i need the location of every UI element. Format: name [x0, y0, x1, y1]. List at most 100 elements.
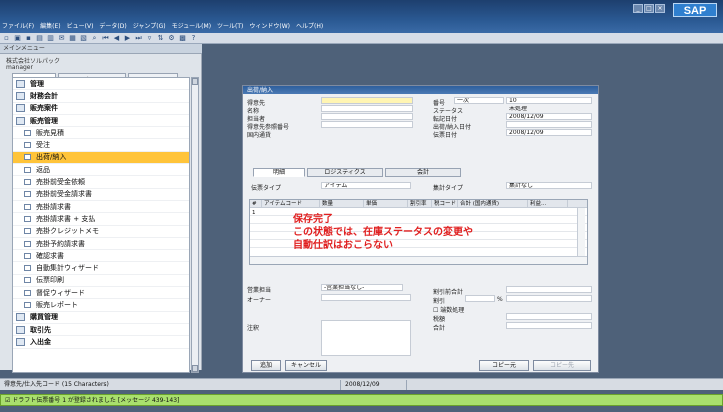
sidebar-item-18[interactable]: 販売レポート: [13, 299, 189, 312]
help-icon[interactable]: ?: [189, 34, 198, 42]
column-header[interactable]: 割引率: [408, 200, 432, 207]
owner-field[interactable]: [321, 294, 411, 301]
column-header[interactable]: 利益...: [528, 200, 568, 207]
column-header[interactable]: 数量: [320, 200, 364, 207]
sidebar-item-7[interactable]: 返品: [13, 164, 189, 177]
tab-accounting[interactable]: 会計: [385, 168, 461, 177]
sidebar-item-17[interactable]: 督促ウィザード: [13, 287, 189, 300]
sidebar-item-12[interactable]: 売掛クレジットメモ: [13, 226, 189, 238]
copy-to-button[interactable]: コピー先: [533, 360, 591, 371]
discount-amount[interactable]: [506, 295, 592, 302]
customer-field[interactable]: [321, 97, 413, 104]
sidebar-item-19[interactable]: 購買管理: [13, 312, 189, 324]
menu-item-1[interactable]: 編集(E): [40, 21, 60, 33]
sidebar-item-14[interactable]: 確認求書: [13, 250, 189, 263]
email-icon[interactable]: ✉: [57, 34, 66, 42]
preview-icon[interactable]: ▥: [46, 34, 55, 42]
tab-contents[interactable]: 明細: [253, 168, 305, 177]
column-header[interactable]: #: [250, 200, 262, 207]
sidebar-item-label: 確認求書: [36, 251, 64, 260]
module-scrollbar[interactable]: [191, 77, 199, 373]
rounding-checkbox[interactable]: ☐ 端数処理: [433, 305, 464, 314]
add-button[interactable]: 追加: [251, 360, 281, 371]
next-icon[interactable]: ▶: [123, 34, 132, 42]
sales-select[interactable]: -営業担当なし-: [321, 284, 403, 291]
column-header[interactable]: 税コード: [432, 200, 458, 207]
column-header[interactable]: アイテムコード: [262, 200, 320, 207]
module-icon: [16, 313, 25, 322]
first-icon[interactable]: ⏮: [101, 34, 110, 42]
sidebar-item-label: 自動集計ウィザード: [36, 264, 99, 273]
doc-type-select[interactable]: アイテム: [321, 182, 411, 189]
sidebar-item-5[interactable]: 受注: [13, 139, 189, 152]
sidebar-item-11[interactable]: 売掛請求書 + 支払: [13, 213, 189, 226]
sidebar-item-3[interactable]: 販売管理: [13, 115, 189, 128]
restore-icon[interactable]: □: [644, 4, 654, 13]
module-icon: [16, 116, 25, 125]
main-menu-panel: メインメニュー 株式会社ソルパック manager モジュール ドラッグ＆リレー…: [0, 44, 202, 373]
sidebar-item-15[interactable]: 自動集計ウィザード: [13, 262, 189, 275]
print-icon[interactable]: ▤: [35, 34, 44, 42]
menu-item-3[interactable]: データ(D): [99, 21, 126, 33]
close-icon[interactable]: ×: [655, 4, 665, 13]
scroll-up-icon[interactable]: [192, 78, 198, 85]
sidebar-item-6[interactable]: 出荷/納入: [13, 151, 189, 165]
form-icon: [24, 203, 31, 210]
filter-icon[interactable]: ▿: [145, 34, 154, 42]
sidebar-item-label: 財務会計: [30, 91, 58, 100]
grid-hscrollbar[interactable]: [250, 256, 587, 264]
sidebar-item-13[interactable]: 売掛予約請求書: [13, 238, 189, 251]
menu-item-5[interactable]: モジュール(M): [172, 21, 211, 33]
sidebar-item-0[interactable]: 管理: [13, 78, 189, 91]
summary-type-select[interactable]: 集計なし: [506, 182, 592, 189]
remarks-field[interactable]: [321, 320, 411, 356]
menu-item-8[interactable]: ヘルプ(H): [296, 21, 323, 33]
contact-field[interactable]: [321, 113, 413, 120]
ref-field[interactable]: [321, 121, 413, 128]
menu-item-7[interactable]: ウィンドウ(W): [249, 21, 290, 33]
menu-item-4[interactable]: ジャンプ(G): [133, 21, 166, 33]
sidebar-item-9[interactable]: 売掛前受金請求書: [13, 189, 189, 201]
post-date-field[interactable]: 2008/12/09: [506, 113, 592, 120]
doc-date-field[interactable]: 2008/12/09: [506, 129, 592, 136]
sidebar-item-16[interactable]: 伝票印刷: [13, 275, 189, 288]
grid-vscrollbar[interactable]: [577, 208, 585, 256]
menu-item-2[interactable]: ビュー(V): [67, 21, 94, 33]
column-header[interactable]: 単価: [364, 200, 408, 207]
sidebar-item-label: 督促ウィザード: [36, 288, 85, 297]
sidebar-item-20[interactable]: 取引先: [13, 324, 189, 337]
delivery-date-field[interactable]: [506, 121, 592, 128]
import-icon[interactable]: ▧: [79, 34, 88, 42]
last-icon[interactable]: ⏭: [134, 34, 143, 42]
module-icon: [16, 79, 25, 88]
doc-date-label: 伝票日付: [433, 132, 458, 139]
open-icon[interactable]: ▣: [13, 34, 22, 42]
scroll-down-icon[interactable]: [192, 365, 198, 372]
number-field[interactable]: 10: [506, 97, 592, 104]
cancel-button[interactable]: キャンセル: [285, 360, 327, 371]
sort-icon[interactable]: ⇅: [156, 34, 165, 42]
column-header[interactable]: 合計 (国内通貨): [458, 200, 528, 207]
prev-icon[interactable]: ◀: [112, 34, 121, 42]
sidebar-item-21[interactable]: 入出金: [13, 336, 189, 349]
export-icon[interactable]: ▦: [68, 34, 77, 42]
menu-item-6[interactable]: ツール(T): [217, 21, 243, 33]
menu-item-0[interactable]: ファイル(F): [2, 21, 34, 33]
new-icon[interactable]: ▫: [2, 34, 11, 42]
name-field[interactable]: [321, 105, 413, 112]
minimize-icon[interactable]: _: [633, 4, 643, 13]
sidebar-item-1[interactable]: 財務会計: [13, 90, 189, 103]
sidebar-item-4[interactable]: 販売見積: [13, 127, 189, 140]
tab-logistics[interactable]: ロジスティクス: [307, 168, 383, 177]
sidebar-item-10[interactable]: 売掛請求書: [13, 201, 189, 214]
settings-icon[interactable]: ⚙: [167, 34, 176, 42]
calc-icon[interactable]: ▩: [178, 34, 187, 42]
sidebar-item-2[interactable]: 販売案件: [13, 103, 189, 115]
number-series-select[interactable]: 一次: [454, 97, 504, 104]
currency-select[interactable]: 国内通貨: [247, 130, 271, 139]
save-icon[interactable]: ▪: [24, 34, 33, 42]
discount-field[interactable]: [465, 295, 495, 302]
sidebar-item-8[interactable]: 売掛前受金依頼: [13, 176, 189, 189]
find-icon[interactable]: ⌕: [90, 34, 99, 42]
copy-from-button[interactable]: コピー元: [479, 360, 529, 371]
